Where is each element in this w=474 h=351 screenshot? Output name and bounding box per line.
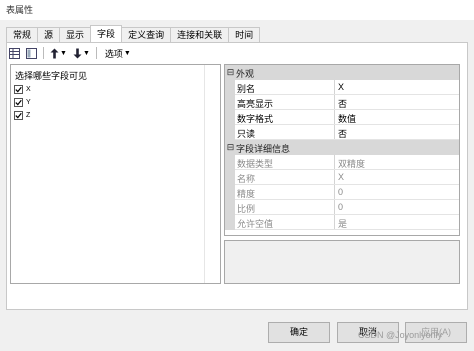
- column-divider: [334, 215, 335, 230]
- row-gutter: [225, 125, 235, 140]
- options-label: 选项: [104, 48, 123, 59]
- table-view-button[interactable]: [7, 46, 22, 60]
- field-row-y: Y: [14, 96, 31, 108]
- column-divider: [334, 125, 335, 140]
- property-row-data-type: 数据类型 双精度: [225, 155, 459, 170]
- property-row-highlight[interactable]: 高亮显示 否: [225, 95, 459, 110]
- move-down-icon: [73, 48, 82, 58]
- property-row-alias[interactable]: 别名 X: [225, 80, 459, 95]
- fields-toolbar: ▼ ▼ 选项 ▼: [7, 46, 133, 60]
- property-row-allow-null: 允许空值 是: [225, 215, 459, 230]
- field-list: 选择哪些字段可见 X Y Z: [10, 64, 221, 284]
- toolbar-separator: [95, 47, 97, 59]
- property-grid: ⊟ 外观 别名 X 高亮显示 否 数字格式 数值 只读 否 ⊟ 字段详细信息 数…: [224, 64, 460, 236]
- row-gutter: [225, 170, 235, 185]
- property-row-name: 名称 X: [225, 170, 459, 185]
- field-row-z: Z: [14, 109, 30, 121]
- property-description-box: [224, 240, 460, 284]
- move-down-button[interactable]: ▼: [71, 46, 92, 60]
- row-gutter: [225, 110, 235, 125]
- field-name: Z: [26, 111, 31, 119]
- column-divider: [334, 80, 335, 95]
- tab-source[interactable]: 源: [37, 27, 61, 42]
- property-row-scale: 比例 0: [225, 200, 459, 215]
- column-divider: [334, 155, 335, 170]
- category-field-details[interactable]: ⊟ 字段详细信息: [225, 140, 459, 155]
- checkmark-icon: [15, 99, 22, 105]
- tab-time[interactable]: 时间: [228, 27, 261, 42]
- tab-fields[interactable]: 字段: [90, 25, 123, 42]
- column-divider: [334, 200, 335, 215]
- property-value: 0: [338, 187, 344, 197]
- watermark: CSDN @Joyonlyonly: [358, 330, 443, 340]
- chevron-down-icon: ▼: [82, 49, 90, 57]
- row-gutter: [225, 95, 235, 110]
- list-view-icon: [26, 47, 37, 59]
- row-gutter: [225, 80, 235, 95]
- chevron-down-icon: ▼: [123, 49, 131, 57]
- category-appearance[interactable]: ⊟ 外观: [225, 65, 459, 80]
- property-value[interactable]: X: [338, 82, 344, 92]
- move-up-button[interactable]: ▼: [48, 46, 69, 60]
- row-gutter: [225, 185, 235, 200]
- column-divider: [334, 185, 335, 200]
- property-row-precision: 精度 0: [225, 185, 459, 200]
- row-gutter: [225, 215, 235, 230]
- ok-button[interactable]: 确定: [268, 322, 330, 343]
- tab-general[interactable]: 常规: [6, 27, 39, 42]
- field-list-heading: 选择哪些字段可见: [15, 71, 88, 81]
- chevron-down-icon: ▼: [60, 49, 67, 57]
- column-divider: [334, 95, 335, 110]
- row-gutter: [225, 200, 235, 215]
- checkmark-icon: [15, 86, 22, 92]
- options-menu-button[interactable]: 选项 ▼: [101, 46, 133, 60]
- tab-display[interactable]: 显示: [59, 27, 92, 42]
- category-label: 外观: [236, 69, 255, 79]
- collapse-icon: ⊟: [226, 67, 235, 77]
- collapse-icon: ⊟: [226, 142, 235, 152]
- move-up-icon: [50, 48, 59, 58]
- property-value: 0: [338, 202, 344, 212]
- column-divider: [334, 110, 335, 125]
- field-checkbox-x[interactable]: [14, 84, 23, 94]
- field-checkbox-y[interactable]: [14, 97, 23, 107]
- field-name: X: [26, 85, 31, 93]
- row-gutter: [225, 155, 235, 170]
- row-divider: [235, 229, 459, 230]
- toolbar-separator: [43, 47, 44, 59]
- field-checkbox-z[interactable]: [14, 110, 23, 120]
- field-name: Y: [26, 98, 31, 106]
- list-view-button[interactable]: [24, 46, 39, 60]
- tab-strip: 常规 源 显示 字段 定义查询 连接和关联 时间: [6, 25, 261, 42]
- table-view-icon: [9, 47, 20, 59]
- checkmark-icon: [15, 112, 22, 118]
- property-row-number-format[interactable]: 数字格式 数值: [225, 110, 459, 125]
- field-row-x: X: [14, 83, 31, 95]
- property-value: X: [338, 172, 345, 182]
- property-row-read-only[interactable]: 只读 否: [225, 125, 459, 140]
- tab-definition-query[interactable]: 定义查询: [121, 27, 172, 42]
- window-title: 表属性: [0, 0, 474, 20]
- column-divider: [334, 170, 335, 185]
- tab-joins-relates[interactable]: 连接和关联: [170, 27, 230, 42]
- field-list-divider: [204, 65, 205, 283]
- category-label: 字段详细信息: [236, 144, 291, 154]
